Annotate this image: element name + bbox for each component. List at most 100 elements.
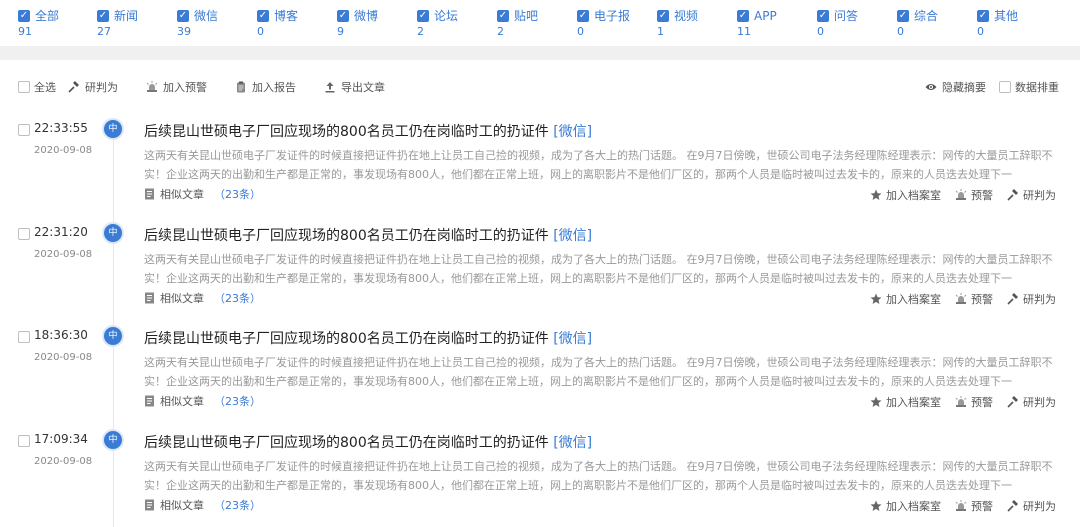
warning-button[interactable]: 预警 <box>955 291 993 307</box>
export-articles-button[interactable]: 导出文章 <box>324 80 385 94</box>
filter-item-other[interactable]: ✓ 其他 0 <box>977 9 1057 38</box>
star-icon <box>870 293 882 304</box>
similar-articles-link[interactable]: 相似文章 （23条） <box>144 497 261 513</box>
article-date: 2020-09-08 <box>34 249 93 260</box>
article-actions: 加入档案室 预警 研判为 <box>856 498 1056 514</box>
article-source[interactable]: [微信] <box>553 124 592 140</box>
filter-item-epaper[interactable]: ✓ 电子报 0 <box>577 9 657 38</box>
checkbox-checked-icon[interactable]: ✓ <box>657 10 669 22</box>
checkbox-checked-icon[interactable]: ✓ <box>577 10 589 22</box>
similar-articles-link[interactable]: 相似文章 （23条） <box>144 290 261 306</box>
filter-item-app[interactable]: ✓ APP 11 <box>737 9 817 38</box>
checkbox-empty-icon[interactable] <box>999 81 1011 93</box>
article-checkbox[interactable] <box>18 228 30 240</box>
filter-count: 91 <box>18 25 32 38</box>
checkbox-checked-icon[interactable]: ✓ <box>257 10 269 22</box>
filter-count: 0 <box>977 25 984 38</box>
sentiment-badge: 中 <box>104 120 122 138</box>
eye-icon <box>925 84 937 90</box>
checkbox-checked-icon[interactable]: ✓ <box>177 10 189 22</box>
article-summary: 这两天有关昆山世硕电子厂发证件的时候直接把证件扔在地上让员工自己捡的视频，成为了… <box>144 149 1053 181</box>
alarm-icon <box>955 500 967 511</box>
article-source[interactable]: [微信] <box>553 228 592 244</box>
add-archive-button[interactable]: 加入档案室 <box>870 394 941 410</box>
list-toolbar: 全选 研判为 加入预警 加入报告 导出文章 隐藏摘要 数据排重 <box>0 60 1080 110</box>
article-checkbox[interactable] <box>18 331 30 343</box>
upload-icon <box>325 82 335 93</box>
add-archive-button[interactable]: 加入档案室 <box>870 498 941 514</box>
similar-articles-link[interactable]: 相似文章 （23条） <box>144 393 261 409</box>
filter-label: APP <box>754 9 777 23</box>
article-title-link[interactable]: 后续昆山世硕电子厂回应现场的800名员工仍在岗临时工的扔证件 [微信] <box>144 328 592 348</box>
similar-count[interactable]: （23条） <box>214 186 261 202</box>
hammer-icon <box>1007 293 1018 305</box>
add-archive-button[interactable]: 加入档案室 <box>870 187 941 203</box>
article-title-link[interactable]: 后续昆山世硕电子厂回应现场的800名员工仍在岗临时工的扔证件 [微信] <box>144 432 592 452</box>
checkbox-checked-icon[interactable]: ✓ <box>18 10 30 22</box>
star-icon <box>870 189 882 200</box>
filter-count: 0 <box>257 25 264 38</box>
checkbox-checked-icon[interactable]: ✓ <box>817 10 829 22</box>
similar-count[interactable]: （23条） <box>214 497 261 513</box>
filter-label: 新闻 <box>114 9 139 23</box>
filter-item-forum[interactable]: ✓ 论坛 2 <box>417 9 497 38</box>
select-all-checkbox[interactable]: 全选 <box>18 80 56 94</box>
article-checkbox[interactable] <box>18 124 30 136</box>
article-source[interactable]: [微信] <box>553 435 592 451</box>
warning-button[interactable]: 预警 <box>955 394 993 410</box>
hammer-icon <box>1007 396 1018 408</box>
article-actions: 加入档案室 预警 研判为 <box>856 394 1056 410</box>
similar-count[interactable]: （23条） <box>214 290 261 306</box>
filter-label: 综合 <box>914 9 939 23</box>
filter-item-wechat[interactable]: ✓ 微信 39 <box>177 9 257 38</box>
similar-articles-link[interactable]: 相似文章 （23条） <box>144 186 261 202</box>
add-report-button[interactable]: 加入报告 <box>235 80 296 94</box>
data-dedup-checkbox[interactable]: 数据排重 <box>999 80 1059 94</box>
checkbox-checked-icon[interactable]: ✓ <box>337 10 349 22</box>
warning-button[interactable]: 预警 <box>955 187 993 203</box>
filter-count: 9 <box>337 25 344 38</box>
judge-article-label: 研判为 <box>1023 293 1056 306</box>
filter-item-general[interactable]: ✓ 综合 0 <box>897 9 977 38</box>
filter-item-news[interactable]: ✓ 新闻 27 <box>97 9 177 38</box>
article-item: 18:36:30 2020-09-08 中 后续昆山世硕电子厂回应现场的800名… <box>0 317 1080 420</box>
add-archive-label: 加入档案室 <box>886 500 941 513</box>
similar-count[interactable]: （23条） <box>214 393 261 409</box>
star-icon <box>870 500 882 511</box>
article-time: 22:31:20 <box>34 225 88 239</box>
article-source[interactable]: [微信] <box>553 331 592 347</box>
judge-article-button[interactable]: 研判为 <box>1007 291 1056 307</box>
warning-label: 预警 <box>971 293 993 306</box>
article-item: 17:09:34 2020-09-08 中 后续昆山世硕电子厂回应现场的800名… <box>0 421 1080 524</box>
checkbox-checked-icon[interactable]: ✓ <box>497 10 509 22</box>
judge-article-button[interactable]: 研判为 <box>1007 187 1056 203</box>
hammer-icon <box>1007 500 1018 512</box>
hide-summary-button[interactable]: 隐藏摘要 <box>925 80 986 94</box>
checkbox-empty-icon[interactable] <box>18 81 30 93</box>
filter-item-video[interactable]: ✓ 视频 1 <box>657 9 737 38</box>
filter-item-tieba[interactable]: ✓ 贴吧 2 <box>497 9 577 38</box>
add-archive-button[interactable]: 加入档案室 <box>870 291 941 307</box>
warning-button[interactable]: 预警 <box>955 498 993 514</box>
alarm-icon <box>146 81 158 92</box>
filter-item-weibo[interactable]: ✓ 微博 9 <box>337 9 417 38</box>
checkbox-checked-icon[interactable]: ✓ <box>97 10 109 22</box>
article-title: 后续昆山世硕电子厂回应现场的800名员工仍在岗临时工的扔证件 <box>144 435 549 451</box>
sentiment-badge: 中 <box>104 431 122 449</box>
add-warning-button[interactable]: 加入预警 <box>146 80 207 94</box>
filter-count: 0 <box>897 25 904 38</box>
filter-item-blog[interactable]: ✓ 博客 0 <box>257 9 337 38</box>
filter-item-qa[interactable]: ✓ 问答 0 <box>817 9 897 38</box>
article-title-link[interactable]: 后续昆山世硕电子厂回应现场的800名员工仍在岗临时工的扔证件 [微信] <box>144 225 592 245</box>
article-title-link[interactable]: 后续昆山世硕电子厂回应现场的800名员工仍在岗临时工的扔证件 [微信] <box>144 121 592 141</box>
checkbox-checked-icon[interactable]: ✓ <box>737 10 749 22</box>
checkbox-checked-icon[interactable]: ✓ <box>977 10 989 22</box>
judge-article-button[interactable]: 研判为 <box>1007 394 1056 410</box>
checkbox-checked-icon[interactable]: ✓ <box>417 10 429 22</box>
article-checkbox[interactable] <box>18 435 30 447</box>
filter-item-all[interactable]: ✓ 全部 91 <box>18 9 98 38</box>
judge-button[interactable]: 研判为 <box>68 80 118 94</box>
judge-article-button[interactable]: 研判为 <box>1007 498 1056 514</box>
checkbox-checked-icon[interactable]: ✓ <box>897 10 909 22</box>
star-icon <box>870 396 882 407</box>
